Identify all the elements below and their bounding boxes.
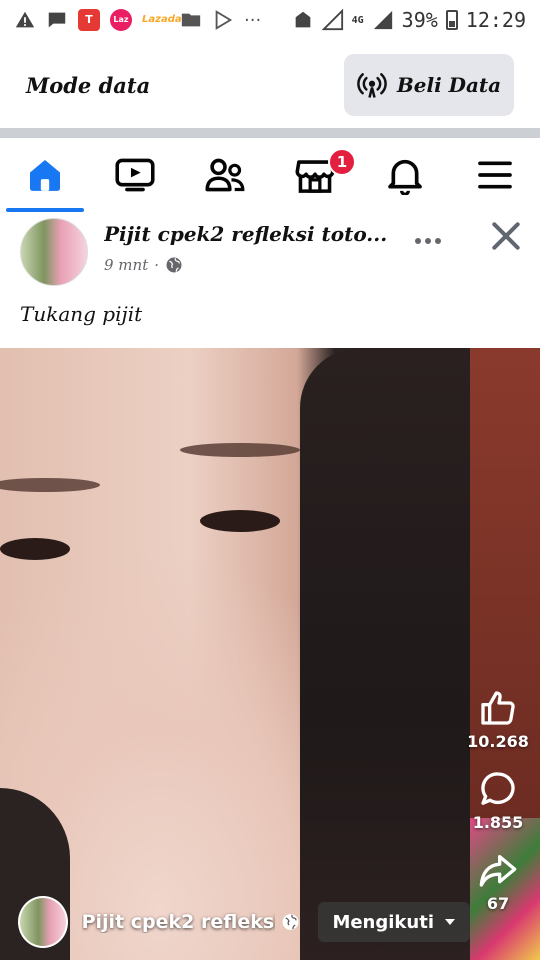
video-footer: Pijit cpek2 refleksi... Mengikuti (0, 890, 470, 954)
comment-count: 1.855 (472, 813, 524, 832)
battery-percent: 39% (401, 8, 438, 32)
clock: 12:29 (465, 8, 526, 32)
video-action-rail: 10.268 1.855 67 (462, 688, 534, 913)
home-icon (30, 160, 60, 191)
share-action[interactable]: 67 (478, 850, 518, 913)
tab-watch[interactable] (90, 138, 180, 212)
marketplace-badge: 1 (328, 148, 356, 176)
thumbs-up-icon (481, 691, 515, 725)
tab-notifications[interactable] (360, 138, 450, 212)
share-count: 67 (486, 894, 510, 913)
share-icon (479, 855, 517, 887)
buy-data-button[interactable]: Beli Data (344, 54, 514, 116)
tab-friends[interactable] (180, 138, 270, 212)
post-time: 9 mnt (104, 256, 149, 274)
footer-author-name[interactable]: Pijit cpek2 refleksi... (82, 911, 276, 933)
close-icon[interactable] (486, 216, 526, 256)
status-bar: T Laz Lazada ··· 4G 39% 12:29 (0, 0, 540, 40)
home-status-icon (295, 11, 310, 28)
message-icon (48, 12, 66, 28)
post-author-name[interactable]: Pijit cpek2 refleksi toto... (104, 222, 404, 246)
play-store-icon (215, 10, 233, 30)
video-hair-region (300, 348, 470, 960)
broadcast-icon (356, 73, 387, 98)
footer-avatar[interactable] (18, 896, 68, 948)
post-meta: 9 mnt · (104, 256, 183, 274)
lazada-icon: Laz (110, 9, 132, 31)
video-eye-right (200, 510, 280, 532)
data-mode-bar: Mode data Beli Data (0, 46, 540, 124)
top-navigation: 1 (0, 138, 540, 212)
video-brow-left (0, 478, 100, 492)
friends-icon (205, 158, 245, 192)
tab-marketplace[interactable]: 1 (270, 138, 360, 212)
buy-data-label: Beli Data (396, 73, 502, 97)
section-divider (0, 128, 540, 138)
tab-menu[interactable] (450, 138, 540, 212)
hamburger-menu-icon (478, 161, 512, 189)
more-notifications-icon: ··· (244, 9, 262, 31)
data-mode-title: Mode data (26, 72, 151, 98)
comment-icon (481, 772, 515, 805)
like-action[interactable]: 10.268 (467, 688, 529, 751)
following-button[interactable]: Mengikuti (318, 902, 470, 942)
battery-icon (445, 10, 458, 30)
video-player[interactable] (0, 348, 540, 960)
post-header: Pijit cpek2 refleksi toto... 9 mnt · (0, 212, 540, 292)
caret-down-icon (445, 919, 455, 925)
video-eye-left (0, 538, 70, 560)
app-t-icon: T (78, 9, 100, 31)
warning-icon (15, 11, 35, 28)
signal-strength-icon (373, 10, 392, 30)
video-brow-right (180, 443, 300, 457)
folder-icon (181, 13, 201, 27)
signal-icon (321, 9, 343, 31)
network-type: 4G (351, 14, 364, 26)
bell-icon (388, 159, 422, 195)
like-count: 10.268 (467, 732, 529, 751)
author-avatar[interactable] (20, 218, 88, 286)
following-label: Mengikuti (332, 911, 434, 933)
globe-icon (283, 914, 299, 930)
meta-separator: · (154, 256, 160, 274)
lazada-text-icon: Lazada (142, 14, 182, 25)
tab-home[interactable] (0, 138, 90, 212)
comment-action[interactable]: 1.855 (472, 769, 524, 832)
post-caption: Tukang pijit (20, 302, 143, 326)
globe-icon (166, 257, 182, 273)
post-options-button[interactable] (408, 226, 448, 256)
video-icon (115, 158, 155, 192)
